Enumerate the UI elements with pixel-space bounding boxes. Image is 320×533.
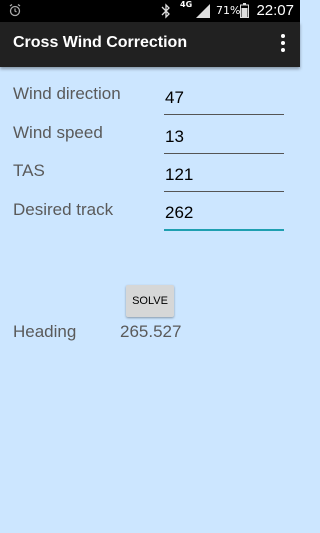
tas-input[interactable] — [164, 159, 284, 192]
wind-speed-input[interactable] — [164, 121, 284, 154]
desired-track-input[interactable] — [164, 197, 284, 231]
battery-icon — [240, 3, 249, 18]
overflow-menu-icon[interactable] — [278, 34, 288, 54]
desired-track-label: Desired track — [13, 200, 114, 219]
wind-speed-label: Wind speed — [13, 123, 103, 142]
battery-percent: 71% — [216, 4, 241, 17]
bluetooth-icon — [161, 3, 170, 19]
solve-button[interactable]: SOLVE — [126, 285, 174, 317]
heading-label: Heading — [13, 322, 77, 341]
clock-time: 22:07 — [256, 2, 294, 19]
signal-strength-icon — [196, 4, 210, 18]
wind-direction-label: Wind direction — [13, 84, 121, 103]
status-bar: 4G 71% 22:07 — [0, 0, 300, 22]
alarm-clock-icon — [9, 3, 21, 17]
heading-value: 265.527 — [120, 322, 182, 341]
network-type-label: 4G — [180, 0, 193, 9]
app-title: Cross Wind Correction — [13, 34, 188, 51]
wind-direction-input[interactable] — [164, 82, 284, 115]
tas-label: TAS — [13, 161, 45, 180]
action-bar: Cross Wind Correction — [0, 22, 300, 67]
